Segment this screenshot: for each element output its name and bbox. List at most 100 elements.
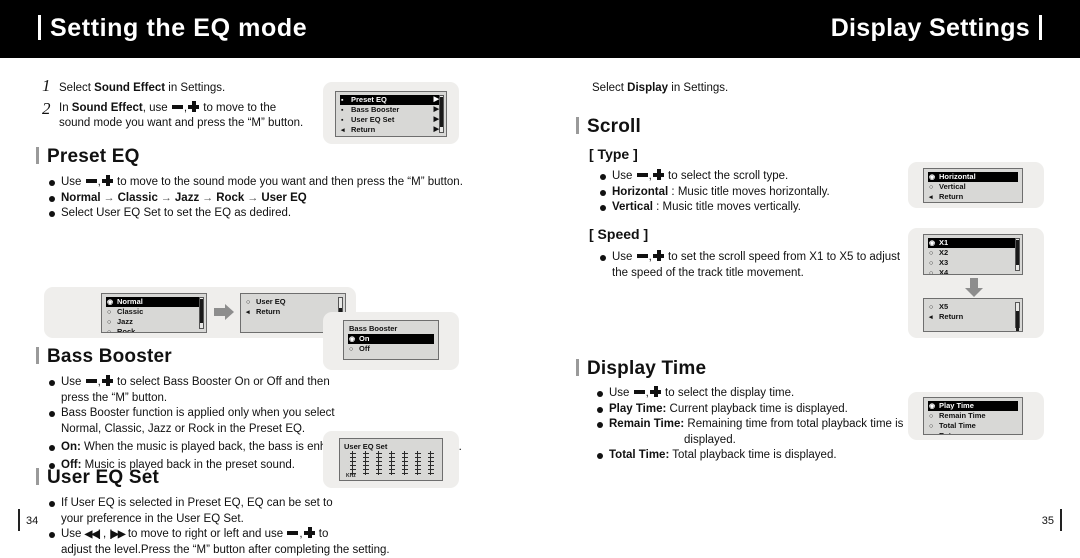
lcd-row-return: ◂Return <box>928 192 1018 202</box>
display-time-bullet-4: Total Time: Total playback time is displ… <box>596 448 903 464</box>
chevron-left-icon: ◂ <box>929 314 933 321</box>
radio-selected-icon: ◉ <box>929 403 935 410</box>
plus-key-icon <box>650 386 661 397</box>
bullet-label-total-time: Total Time: <box>609 449 669 461</box>
display-time-bullet-1: Use , to select the display time. <box>596 386 903 402</box>
display-time-bullet-2: Play Time: Current playback time is disp… <box>596 402 903 418</box>
lcd-row-label: X3 <box>939 258 948 267</box>
preset-eq-lcd-1: ◉Normal ○ Classic ○Jazz ○Rock <box>101 293 207 333</box>
lcd-row-x1: ◉X1 <box>928 238 1018 248</box>
lcd-scrollbar <box>1015 302 1020 328</box>
lcd-row-jazz: ○Jazz <box>106 317 202 327</box>
bullet-text-a: Use <box>61 376 85 388</box>
bass-booster-bullet-1: Use , to select Bass Booster On or Off a… <box>48 375 462 406</box>
display-time-section: Display Time Use , to select the display… <box>576 358 903 464</box>
display-time-heading-text: Display Time <box>587 358 706 379</box>
lcd-row-label: On <box>359 334 369 343</box>
user-eq-set-bullet-1-line1: If User EQ is selected in Preset EQ, EQ … <box>61 496 390 512</box>
bullet-text-a: Use <box>612 251 636 263</box>
scroll-type-bullets: Use , to select the scroll type. Horizon… <box>599 169 830 216</box>
lcd-row-user-eq: ○User EQ <box>245 297 341 307</box>
eq-mode-jazz: Jazz <box>175 192 199 204</box>
minus-key-icon <box>634 390 645 394</box>
step-1: 1 Select Sound Effect in Settings. <box>42 78 342 96</box>
square-bullet-icon: ▪ <box>341 107 343 114</box>
scroll-speed-bullet-1-line2: the speed of the track title movement. <box>612 266 900 282</box>
plus-key-icon <box>188 101 199 112</box>
lcd-row-x3: ○X3 <box>928 258 1018 268</box>
header-title-left: Setting the EQ mode <box>38 14 307 43</box>
scroll-heading-text: Scroll <box>587 116 641 137</box>
radio-unselected-icon: ○ <box>929 413 933 420</box>
lcd-row-play-time: ◉Play Time <box>928 401 1018 411</box>
lcd-row-label: Normal <box>117 297 143 306</box>
scroll-type-bullet-2: Horizontal : Music title moves horizonta… <box>599 185 830 201</box>
bullet-text-mid: , <box>100 528 110 540</box>
heading-tick-icon <box>576 359 579 376</box>
radio-unselected-icon: ○ <box>929 304 933 311</box>
scroll-speed-block: [ Speed ] Use , to set the scroll speed … <box>589 226 900 281</box>
lcd-row-label: Return <box>939 431 963 435</box>
bass-booster-lcd: Bass Booster ◉On ○Off <box>343 320 439 360</box>
header-title-right: Display Settings <box>831 14 1042 43</box>
right-page: Select Display in Settings. Scroll [ Typ… <box>540 58 1080 539</box>
scroll-speed-screens-illustration: ◉X1 ○X2 ○X3 ○X4 ○X5 ◂Return <box>908 228 1044 338</box>
footer-tick-icon <box>1060 509 1062 531</box>
eq-mode-user-eq: User EQ <box>261 192 306 204</box>
lcd-row-rock: ○Rock <box>106 327 202 333</box>
lcd-row-label: Classic <box>117 307 143 316</box>
next-track-icon: |▶▶ <box>109 527 124 543</box>
scroll-type-lcd: ◉Horizontal ○Vertical ◂Return <box>923 168 1023 203</box>
minus-key-icon <box>287 531 298 535</box>
bullet-text-total-time: Total playback time is displayed. <box>669 449 836 461</box>
minus-key-icon <box>637 173 648 177</box>
scroll-section: Scroll [ Type ] Use , to select the scro… <box>576 116 830 216</box>
header-accent-bar-left <box>38 15 41 40</box>
radio-unselected-icon: ○ <box>107 309 111 316</box>
radio-selected-icon: ◉ <box>929 240 935 247</box>
preset-eq-bullets: Use , to move to the sound mode you want… <box>48 175 463 222</box>
arrow-right-icon: → <box>247 191 258 207</box>
lcd-row-normal: ◉Normal <box>106 297 202 307</box>
preset-eq-section: Preset EQ Use , to move to the sound mod… <box>36 146 463 222</box>
radio-unselected-icon: ○ <box>929 184 933 191</box>
steps-block: 1 Select Sound Effect in Settings. 2 In … <box>42 78 342 131</box>
display-time-bullet-3-line2: displayed. <box>609 433 903 449</box>
lcd-row-label: Off <box>359 344 370 353</box>
step-2-line-1: In Sound Effect, use , to move to the <box>59 101 342 116</box>
lcd-row-label: Return <box>939 312 963 321</box>
scroll-speed-subheading: [ Speed ] <box>589 226 900 242</box>
lcd-row-return: ◂ Return <box>928 312 1018 322</box>
lcd-row-label: Remain Time <box>939 411 986 420</box>
step-2-line1-bold: Sound Effect <box>72 102 143 114</box>
page-header: Setting the EQ mode Display Settings <box>0 0 1080 58</box>
plus-key-icon <box>102 375 113 386</box>
bullet-text-vertical: : Music title moves vertically. <box>653 201 801 213</box>
arrow-right-icon: → <box>104 191 115 207</box>
arrow-right-icon: → <box>161 191 172 207</box>
eq-mode-rock: Rock <box>216 192 244 204</box>
step-1-text-before: Select <box>59 82 94 94</box>
lcd-row-label: Return <box>939 192 963 201</box>
minus-key-icon <box>86 179 97 183</box>
bullet-text-a: Use <box>612 170 636 182</box>
bullet-text-b: to set the scroll speed from X1 to X5 to… <box>665 251 900 263</box>
bullet-text-horizontal: : Music title moves horizontally. <box>668 186 829 198</box>
step-2-number: 2 <box>42 99 51 119</box>
bullet-text-a: Use <box>61 176 85 188</box>
lcd-row-horizontal: ◉Horizontal <box>928 172 1018 182</box>
square-bullet-icon: ▪ <box>341 117 343 124</box>
bullet-text-b: to move to right or left and use <box>125 528 287 540</box>
intro-text-before: Select <box>592 82 627 94</box>
chevron-left-icon: ◂ <box>246 309 250 316</box>
user-eq-set-bullet-2: Use ◀◀| , |▶▶ to move to right or left a… <box>48 527 390 558</box>
arrow-right-icon: → <box>202 191 213 207</box>
display-time-screen-illustration: ◉Play Time ○Remain Time ○Total Time ◂Ret… <box>908 392 1044 440</box>
bullet-text-play-time: Current playback time is displayed. <box>666 403 848 415</box>
radio-unselected-icon: ○ <box>929 250 933 257</box>
bullet-text-b: to select the display time. <box>662 387 794 399</box>
heading-tick-icon <box>36 347 39 364</box>
radio-unselected-icon: ○ <box>929 270 933 275</box>
scroll-type-subheading: [ Type ] <box>589 146 830 162</box>
header-title-right-text: Display Settings <box>831 14 1030 42</box>
